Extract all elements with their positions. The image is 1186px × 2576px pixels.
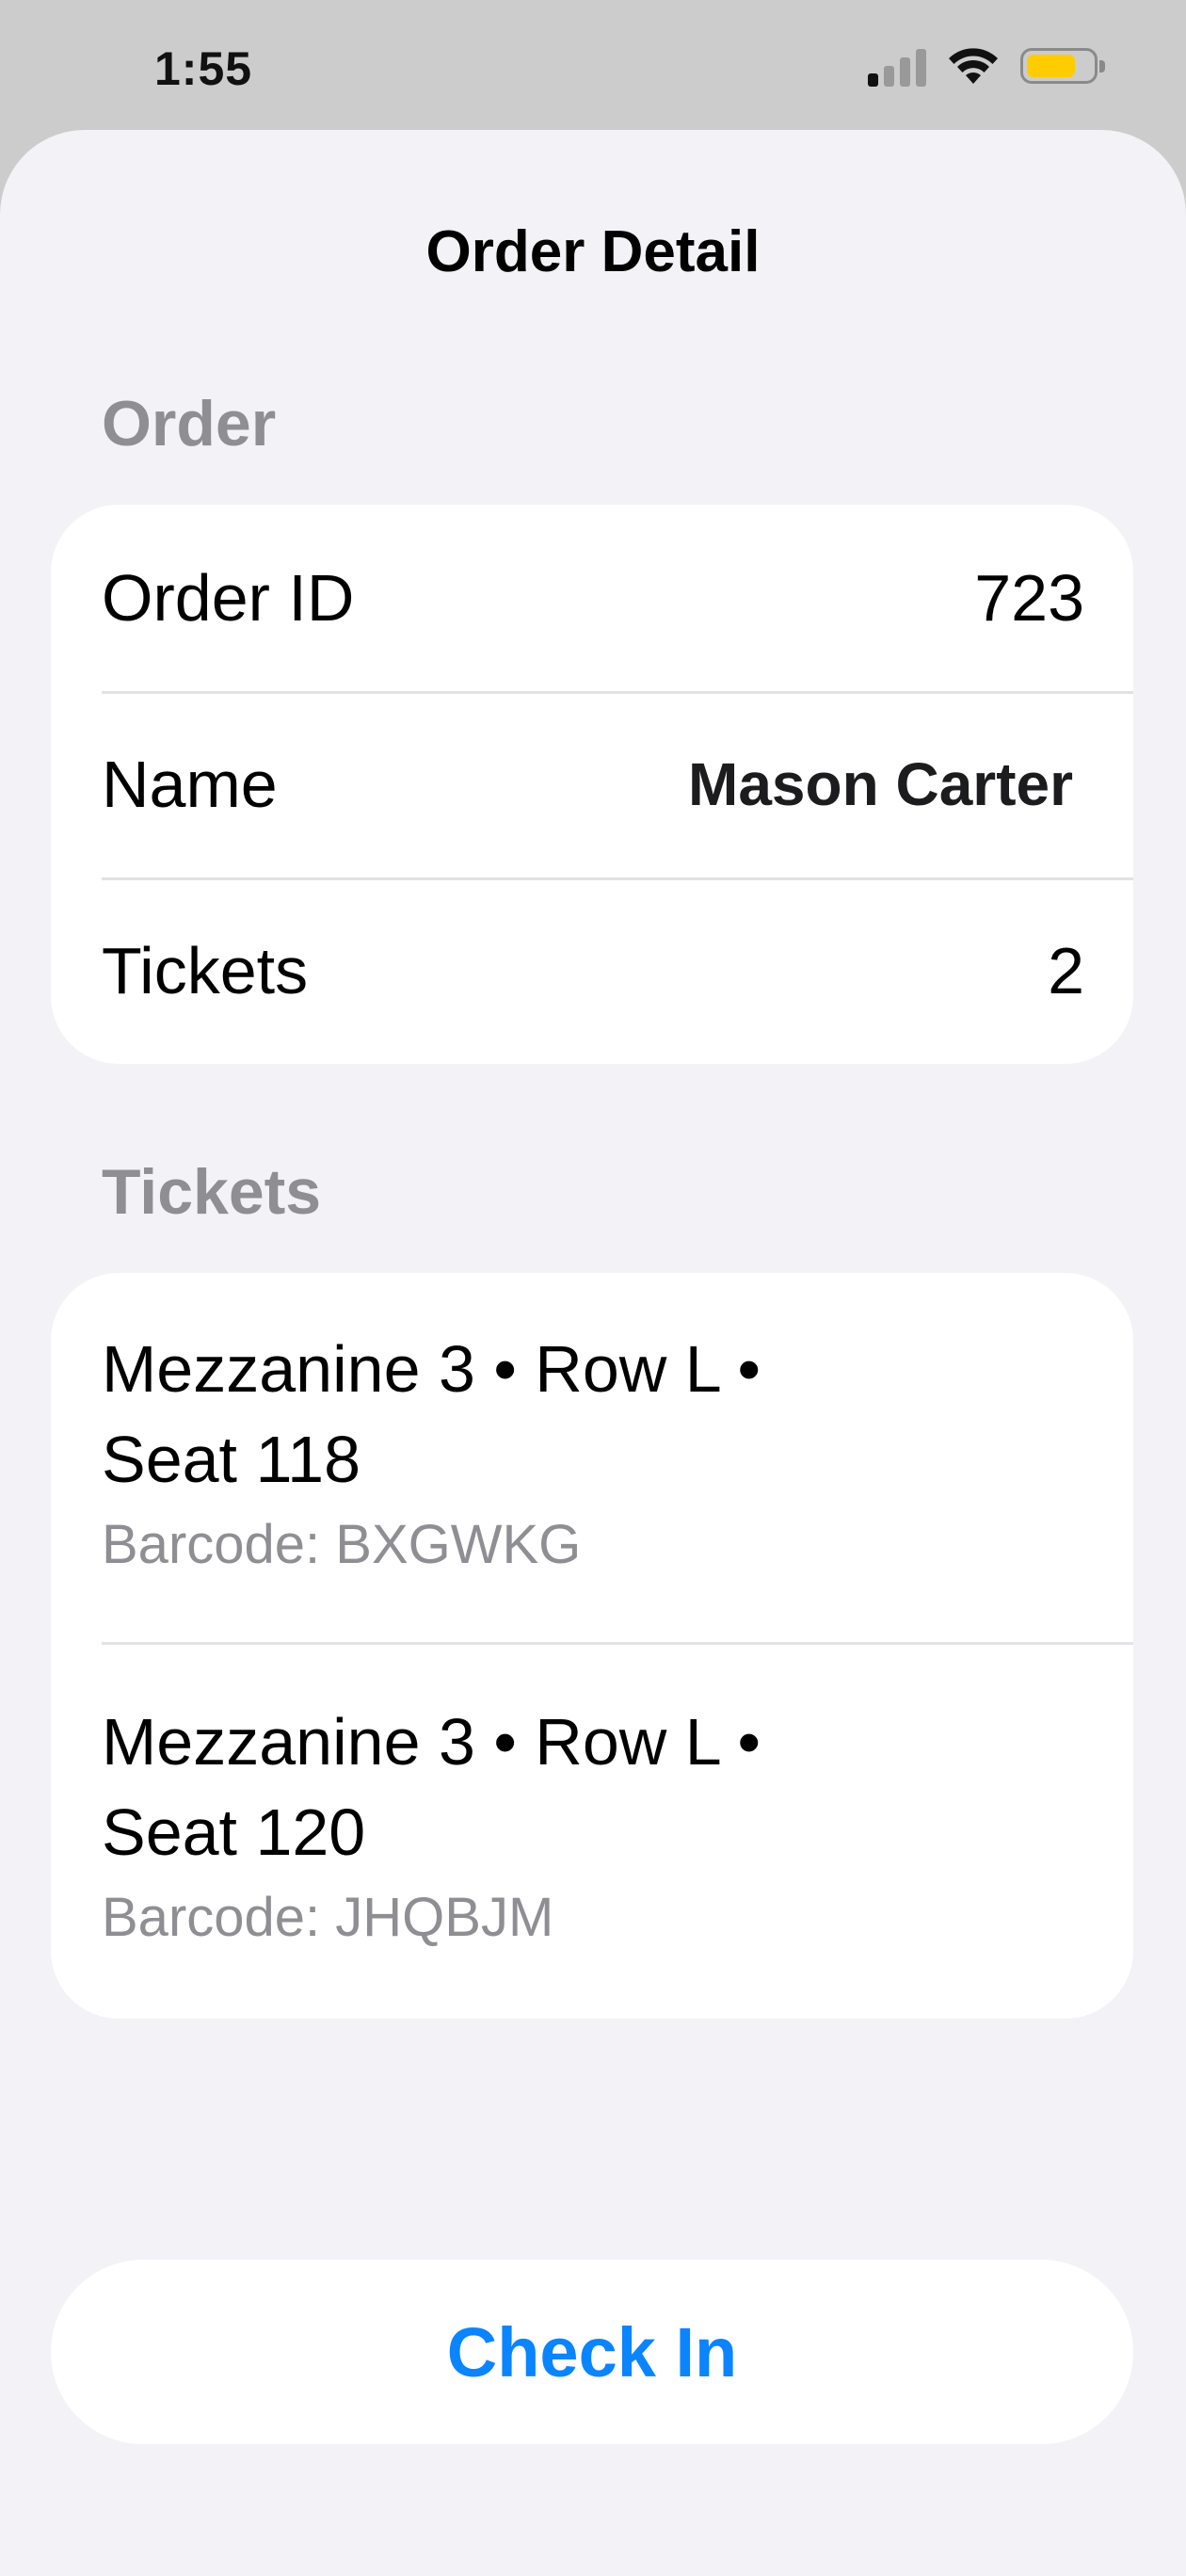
status-time: 1:55 (154, 42, 253, 95)
ticket-barcode: Barcode: BXGWKG (102, 1514, 582, 1575)
name-row: Name Mason Carter (102, 691, 1084, 877)
divider (102, 1642, 1133, 1645)
ticket-seat-line2: Seat 118 (102, 1423, 361, 1496)
order-id-label: Order ID (102, 561, 355, 635)
order-detail-sheet: Order Detail Order Order ID 723 Name Mas… (0, 130, 1186, 2576)
status-bar: 1:55 (0, 0, 1186, 130)
ticket-item: Mezzanine 3 • Row L • Seat 118 Barcode: … (102, 1324, 1043, 1578)
order-id-row: Order ID 723 (102, 505, 1084, 691)
ticket-seat-line1: Mezzanine 3 • Row L • (102, 1332, 761, 1406)
ticket-seat-line2: Seat 120 (102, 1795, 366, 1869)
tickets-section-header: Tickets (102, 1156, 322, 1228)
cellular-signal-icon (868, 45, 926, 87)
battery-level (1027, 55, 1075, 77)
order-id-value: 723 (974, 561, 1084, 635)
wifi-icon (949, 48, 998, 84)
check-in-button[interactable]: Check In (51, 2260, 1133, 2444)
check-in-label: Check In (446, 2312, 738, 2391)
order-section-header: Order (102, 388, 277, 459)
ticket-item: Mezzanine 3 • Row L • Seat 120 Barcode: … (102, 1697, 1043, 1951)
tickets-card: Mezzanine 3 • Row L • Seat 118 Barcode: … (51, 1273, 1133, 2019)
ticket-barcode: Barcode: JHQBJM (102, 1887, 554, 1948)
battery-icon (1020, 48, 1105, 84)
status-icons (868, 45, 1105, 87)
name-label: Name (102, 748, 278, 821)
tickets-count-row: Tickets 2 (102, 877, 1084, 1064)
name-value: Mason Carter (688, 750, 1073, 818)
tickets-count-label: Tickets (102, 934, 309, 1007)
order-info-card: Order ID 723 Name Mason Carter Tickets 2 (51, 505, 1133, 1064)
tickets-count-value: 2 (1048, 934, 1084, 1007)
ticket-seat-line1: Mezzanine 3 • Row L • (102, 1705, 761, 1779)
page-title: Order Detail (425, 219, 761, 284)
